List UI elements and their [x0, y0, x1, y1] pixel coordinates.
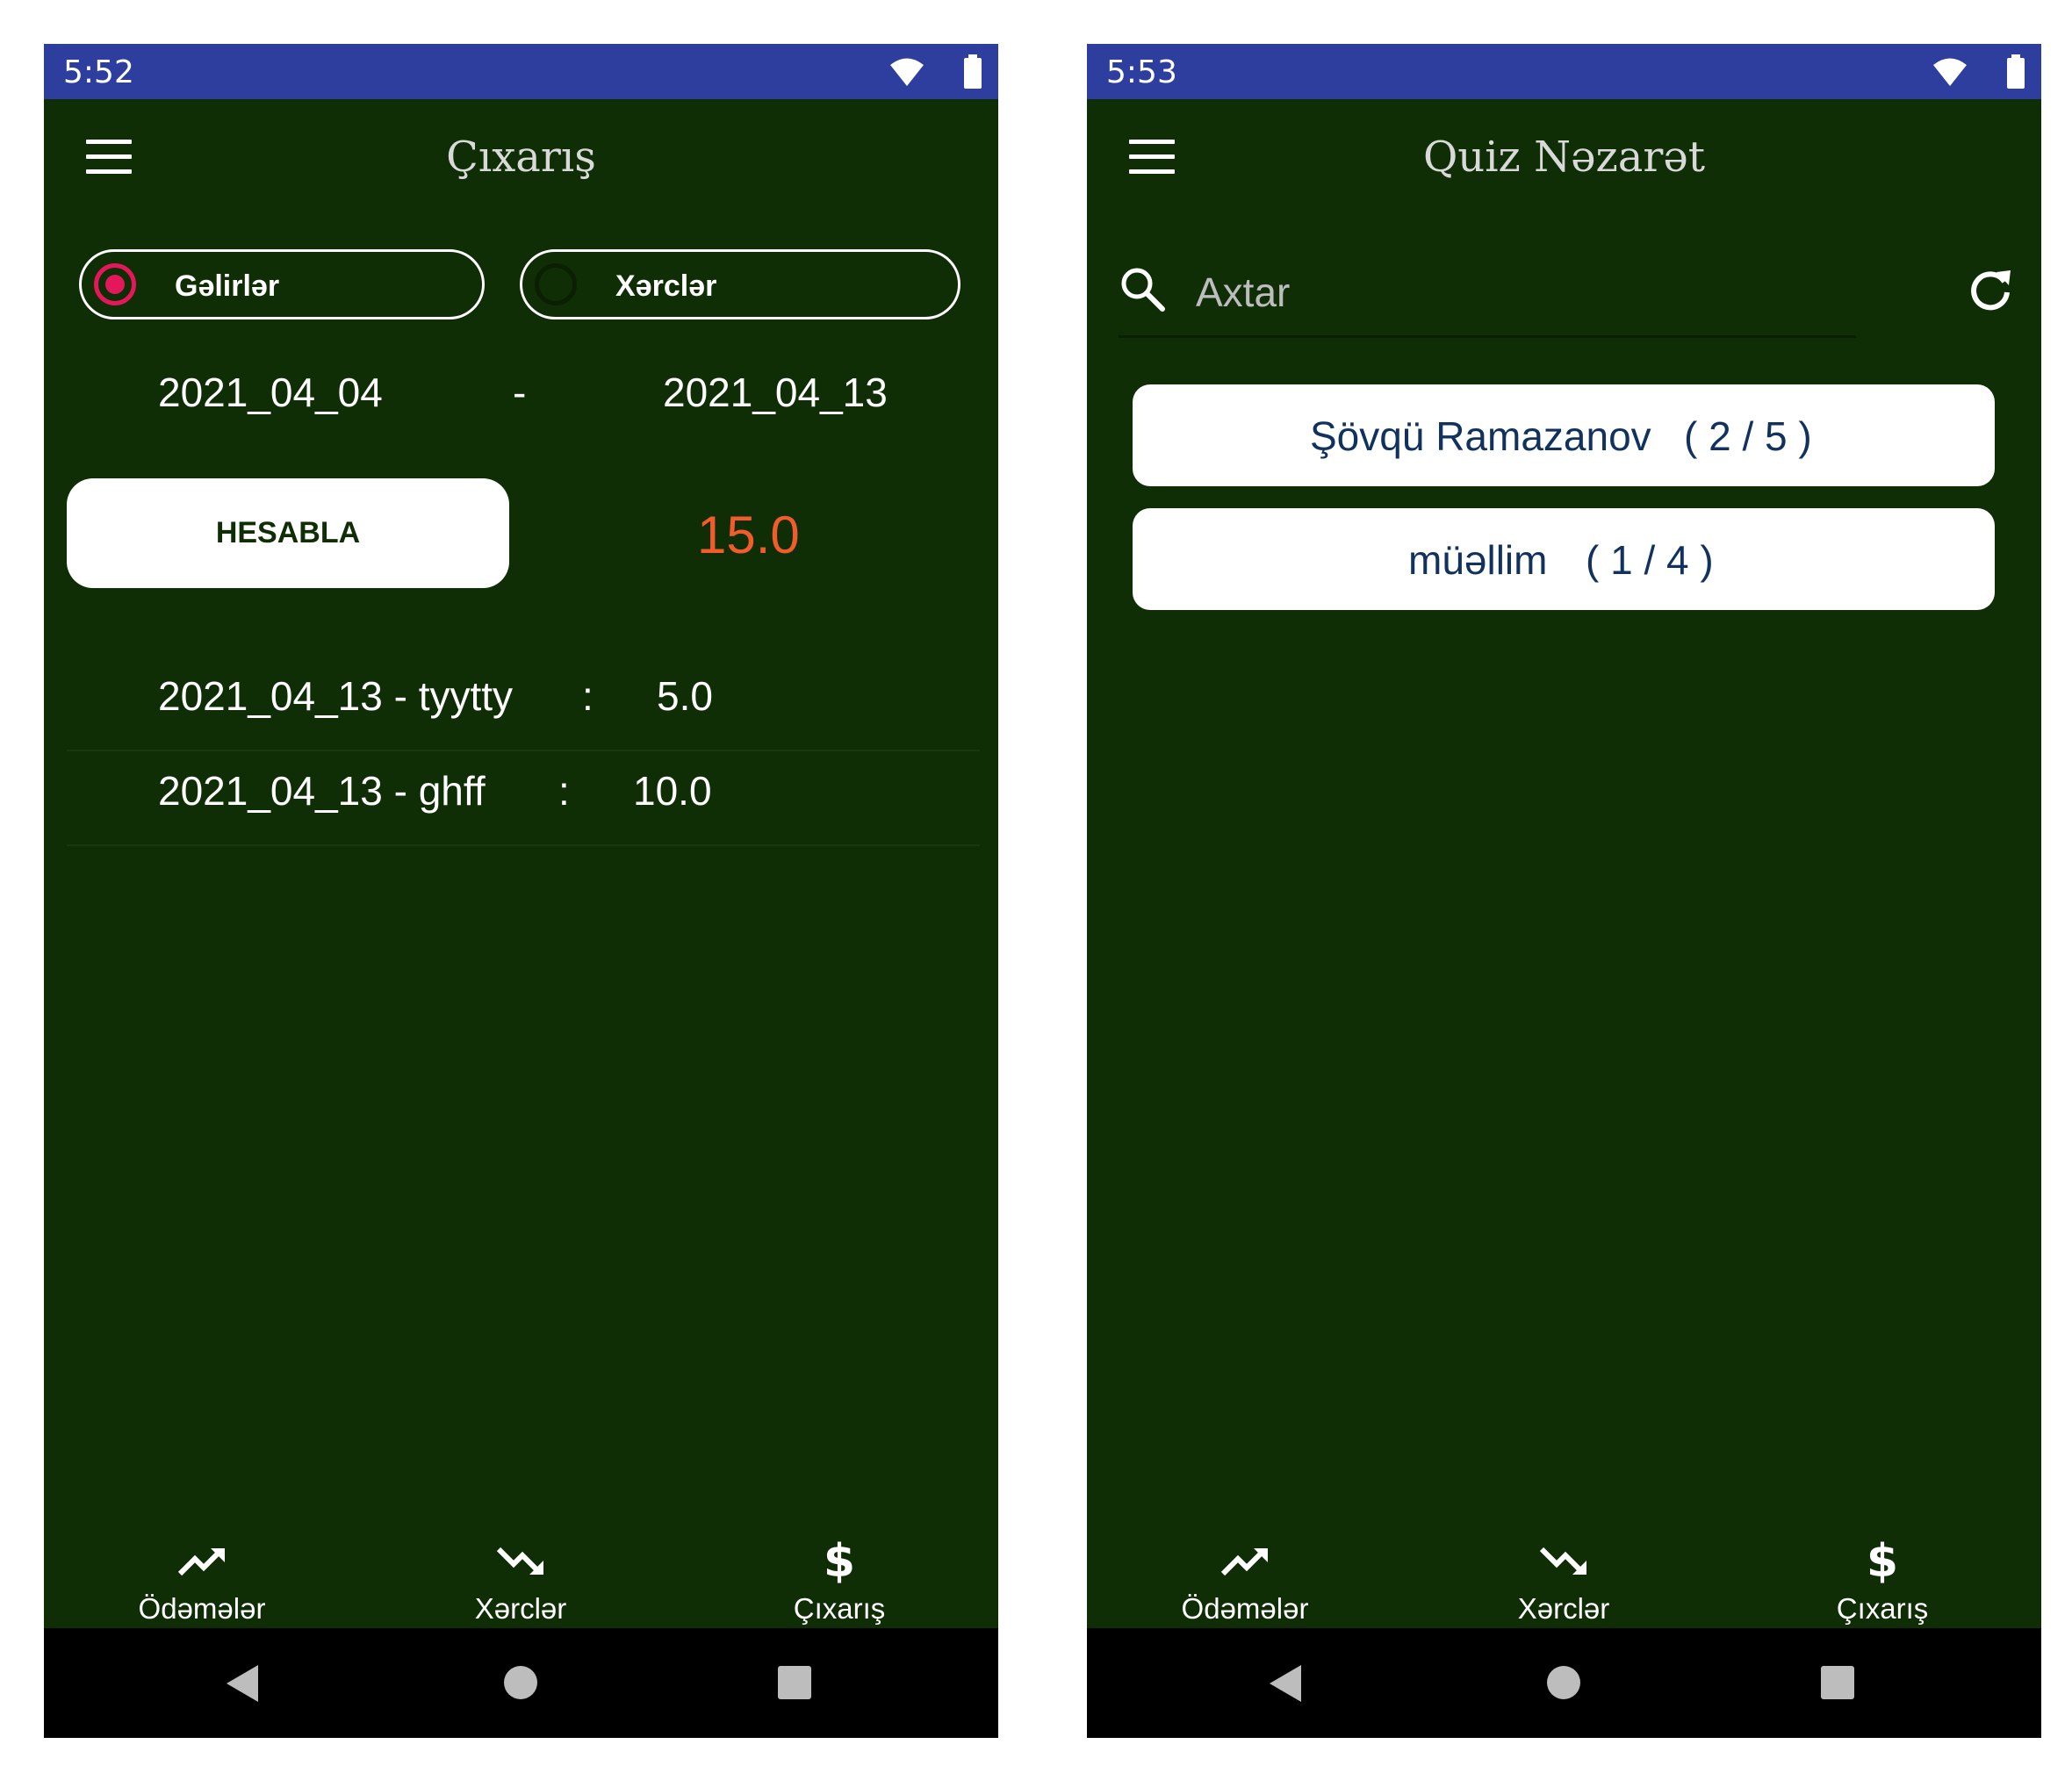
back-icon[interactable]	[1268, 1663, 1303, 1704]
entry-label: 2021_04_13 - ghff	[158, 768, 486, 814]
trending-down-icon	[1539, 1547, 1586, 1575]
calculate-button[interactable]: HESABLA	[67, 478, 509, 588]
status-time: 5:52	[63, 54, 134, 90]
entry-label: 2021_04_13 - tyytty	[158, 673, 514, 719]
search-icon	[1121, 268, 1165, 312]
quiz-student-name: Şövqü Ramazanov	[1310, 413, 1651, 459]
search-bar	[1119, 255, 1856, 338]
radio-selected-icon	[94, 263, 136, 305]
dollar-icon: $	[823, 1535, 856, 1588]
home-icon[interactable]	[1546, 1665, 1581, 1700]
battery-icon	[964, 54, 982, 89]
trending-up-icon	[177, 1548, 225, 1576]
nav-expenses[interactable]: Xərclər	[1458, 1518, 1669, 1628]
status-time: 5:53	[1106, 54, 1177, 90]
wifi-icon	[1933, 58, 1967, 86]
refresh-icon[interactable]	[1965, 265, 2016, 316]
list-item: 2021_04_13 - tyytty : 5.0	[67, 657, 980, 751]
quiz-item[interactable]: müəllim ( 1 / 4 )	[1133, 508, 1995, 610]
home-icon[interactable]	[503, 1665, 538, 1700]
trending-down-icon	[496, 1547, 543, 1575]
quiz-item[interactable]: Şövqü Ramazanov ( 2 / 5 )	[1133, 384, 1995, 486]
nav-expenses[interactable]: Xərclər	[415, 1518, 626, 1628]
bottom-nav: Ödəmələr Xərclər $ Çıxarış	[1087, 1518, 2041, 1628]
status-bar: 5:52	[44, 44, 998, 99]
statement-screen: 5:52 Çıxarış Gəlirlər Xərclər 2021_04_04…	[44, 44, 998, 1738]
nav-label: Ödəmələr	[1181, 1592, 1309, 1625]
radio-unselected-icon	[535, 263, 577, 305]
income-radio[interactable]: Gəlirlər	[79, 249, 485, 319]
expense-radio-label: Xərclər	[615, 269, 717, 303]
page-title: Çıxarış	[446, 133, 596, 182]
quiz-control-screen: 5:53 Quiz Nəzarət Şövqü Ramazanov ( 2 / …	[1087, 44, 2041, 1738]
nav-label: Xərclər	[474, 1592, 567, 1625]
expense-radio[interactable]: Xərclər	[520, 249, 960, 319]
list-item: 2021_04_13 - ghff : 10.0	[67, 751, 980, 846]
nav-payments[interactable]: Ödəmələr	[97, 1518, 307, 1628]
nav-label: Xərclər	[1517, 1592, 1610, 1625]
quiz-score: ( 2 / 5 )	[1684, 413, 1812, 459]
recents-icon[interactable]	[778, 1666, 811, 1699]
income-radio-label: Gəlirlər	[175, 269, 280, 303]
date-from[interactable]: 2021_04_04	[158, 369, 383, 416]
entry-colon: :	[582, 673, 594, 719]
recents-icon[interactable]	[1821, 1666, 1854, 1699]
nav-label: Çıxarış	[1836, 1592, 1929, 1625]
nav-statement[interactable]: $ Çıxarış	[1777, 1518, 1988, 1628]
status-bar: 5:53	[1087, 44, 2041, 99]
nav-statement[interactable]: $ Çıxarış	[734, 1518, 945, 1628]
total-value: 15.0	[697, 506, 800, 564]
bottom-nav: Ödəmələr Xərclər $ Çıxarış	[44, 1518, 998, 1628]
wifi-icon	[890, 58, 924, 86]
quiz-student-name: müəllim	[1408, 537, 1548, 583]
back-icon[interactable]	[225, 1663, 260, 1704]
system-nav-bar	[44, 1628, 998, 1738]
battery-icon	[2007, 54, 2025, 89]
date-to[interactable]: 2021_04_13	[663, 369, 888, 416]
date-separator: -	[513, 370, 527, 415]
quiz-score: ( 1 / 4 )	[1586, 537, 1714, 583]
nav-payments[interactable]: Ödəmələr	[1140, 1518, 1350, 1628]
nav-label: Ödəmələr	[138, 1592, 266, 1625]
entry-colon: :	[558, 768, 570, 814]
app-bar: Quiz Nəzarət	[1087, 99, 2041, 213]
search-input[interactable]	[1196, 262, 1845, 323]
app-bar: Çıxarış	[44, 99, 998, 213]
entry-amount: 5.0	[657, 673, 713, 719]
system-nav-bar	[1087, 1628, 2041, 1738]
trending-up-icon	[1220, 1548, 1268, 1576]
dollar-icon: $	[1866, 1535, 1899, 1588]
entry-amount: 10.0	[633, 768, 712, 814]
page-title: Quiz Nəzarət	[1422, 133, 1706, 182]
nav-label: Çıxarış	[793, 1592, 886, 1625]
